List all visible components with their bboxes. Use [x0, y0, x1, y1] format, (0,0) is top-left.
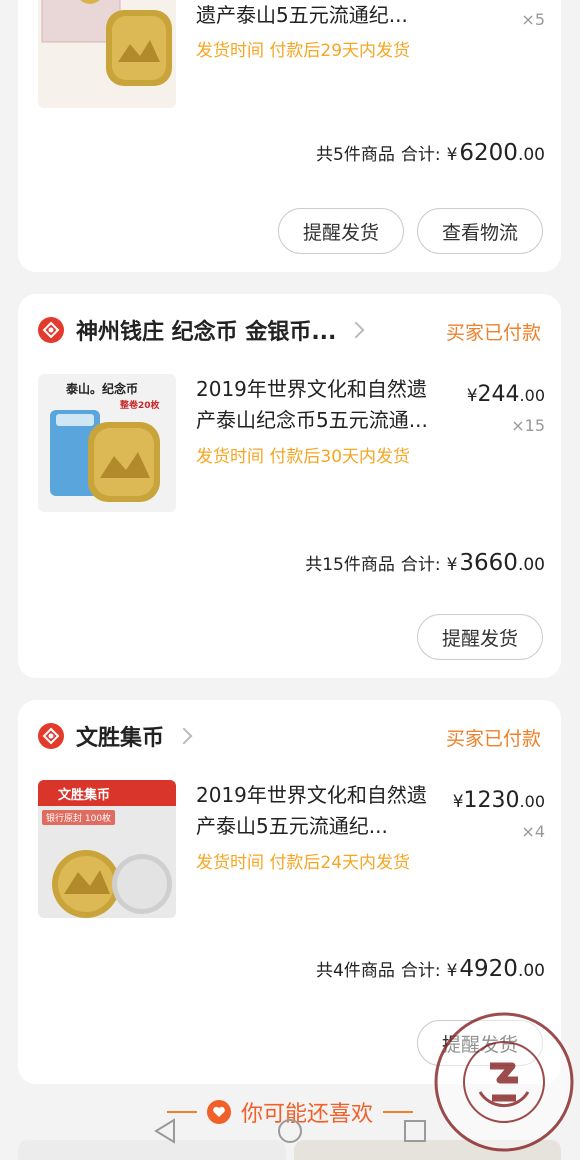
- shipping-time: 发货时间 付款后30天内发货: [196, 447, 411, 467]
- coin-roll-image: [50, 410, 160, 502]
- total-currency: ¥: [446, 555, 458, 575]
- product-thumbnail[interactable]: 文胜集币 银行原封 100枚: [38, 780, 176, 918]
- product-price: ¥244.00: [466, 382, 545, 407]
- product-title[interactable]: 2019年世界文化和自然遗产泰山5五元流通纪...: [196, 780, 446, 842]
- coin-box-image: [52, 850, 172, 918]
- shipping-time: 发货时间 付款后29天内发货: [196, 41, 411, 61]
- recents-nav-icon[interactable]: [400, 1116, 430, 1146]
- remind-shipping-button[interactable]: 提醒发货: [417, 614, 543, 660]
- shop-header[interactable]: 神州钱庄 纪念币 金银币...: [38, 312, 365, 348]
- order-total: 共5件商品 合计: ¥ 6200.00: [316, 140, 545, 166]
- total-amount: 3660: [459, 550, 518, 576]
- total-amount: 4920: [459, 956, 518, 982]
- product-title[interactable]: 遗产泰山5五元流通纪...: [196, 0, 446, 31]
- remind-shipping-button[interactable]: 提醒发货: [278, 208, 404, 254]
- total-currency: ¥: [446, 961, 458, 981]
- shipping-time: 发货时间 付款后24天内发货: [196, 853, 411, 873]
- watermark-logo-icon: [434, 1012, 574, 1152]
- coin-box-image: [41, 0, 172, 86]
- total-decimal: .00: [517, 145, 545, 165]
- home-nav-icon[interactable]: [275, 1116, 305, 1146]
- product-price: ¥1230.00: [452, 788, 545, 813]
- item-count: 共4件商品: [316, 961, 395, 981]
- chevron-right-icon: [175, 727, 193, 745]
- order-total: 共15件商品 合计: ¥ 3660.00: [305, 550, 545, 576]
- order-status: 买家已付款: [445, 322, 541, 344]
- product-title[interactable]: 2019年世界文化和自然遗产泰山纪念币5五元流通...: [196, 374, 446, 436]
- shop-icon: [38, 317, 64, 343]
- watermark-stamp: [432, 1010, 576, 1154]
- order-card: 遗产泰山5五元流通纪... ×5 发货时间 付款后29天内发货 共5件商品 合计…: [18, 0, 561, 272]
- chevron-right-icon: [347, 321, 365, 339]
- back-nav-icon[interactable]: [150, 1116, 180, 1146]
- item-count: 共5件商品: [316, 145, 395, 165]
- order-total: 共4件商品 合计: ¥ 4920.00: [316, 956, 545, 982]
- shop-header[interactable]: 文胜集币: [38, 718, 193, 754]
- total-label: 合计:: [400, 961, 441, 981]
- total-label: 合计:: [400, 145, 441, 165]
- shop-name: 神州钱庄 纪念币 金银币...: [76, 320, 337, 345]
- total-label: 合计:: [400, 555, 441, 575]
- product-thumbnail[interactable]: 泰山。纪念币 整卷20枚: [38, 374, 176, 512]
- item-count: 共15件商品: [305, 555, 395, 575]
- product-quantity: ×5: [521, 10, 545, 29]
- total-decimal: .00: [517, 961, 545, 981]
- total-decimal: .00: [517, 555, 545, 575]
- product-thumbnail[interactable]: [38, 0, 176, 108]
- order-card: 神州钱庄 纪念币 金银币... 买家已付款 泰山。纪念币 整卷20枚 2019年…: [18, 294, 561, 678]
- shop-icon: [38, 723, 64, 749]
- order-status: 买家已付款: [445, 728, 541, 750]
- product-quantity: ×4: [521, 822, 545, 841]
- product-quantity: ×15: [511, 416, 545, 435]
- view-logistics-button[interactable]: 查看物流: [417, 208, 543, 254]
- shop-name: 文胜集币: [76, 726, 165, 751]
- total-amount: 6200: [459, 140, 518, 166]
- total-currency: ¥: [446, 145, 458, 165]
